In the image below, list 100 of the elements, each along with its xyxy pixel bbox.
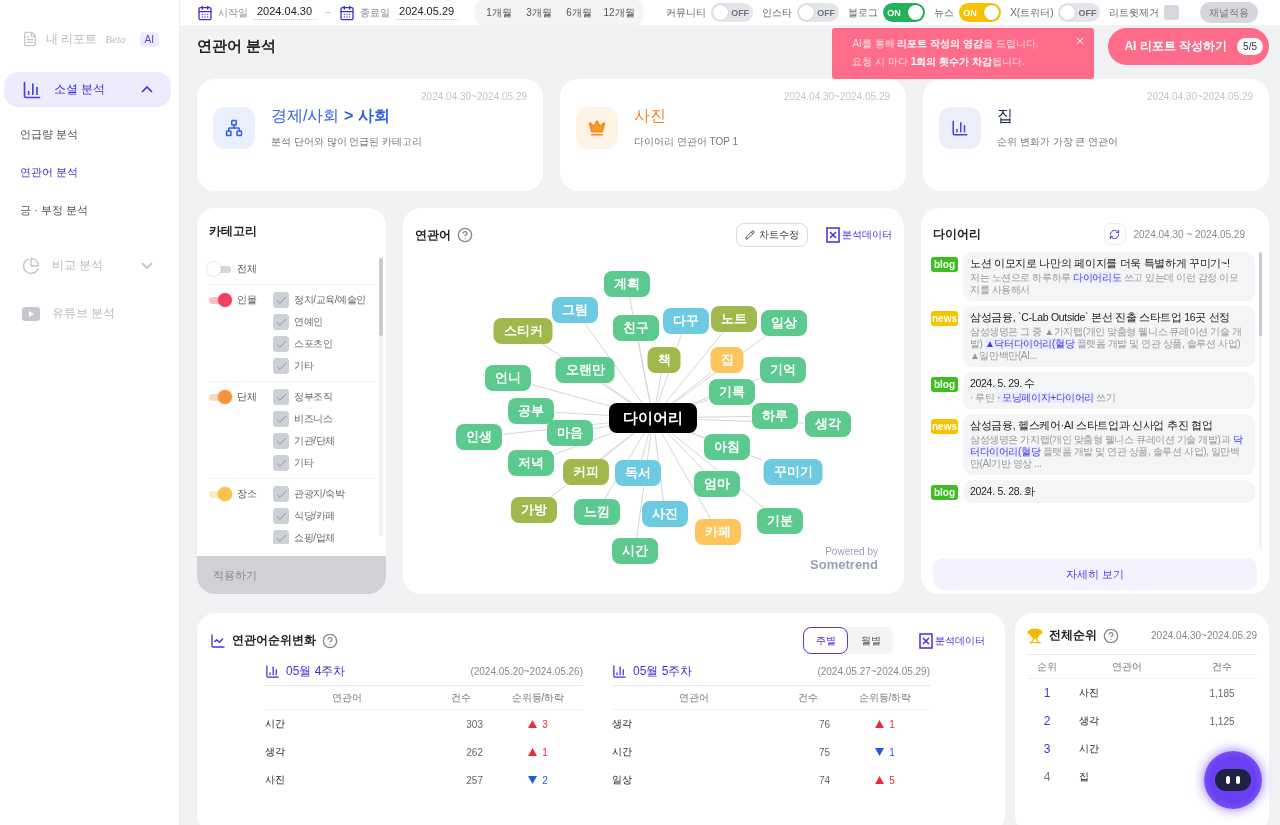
scrollbar[interactable] <box>1259 252 1262 548</box>
checkbox[interactable] <box>273 508 289 524</box>
keyword-node[interactable]: 생각 <box>805 411 851 437</box>
center-keyword-node[interactable]: 다이어리 <box>609 403 697 433</box>
apply-button[interactable]: 적용하기 <box>197 556 386 594</box>
rank-number: 2 <box>1042 714 1052 728</box>
data-download-link[interactable]: 분석데이터 <box>826 227 892 243</box>
rank-change-value: 3 <box>542 718 548 730</box>
checkbox[interactable] <box>273 530 289 544</box>
checkbox[interactable] <box>273 292 289 308</box>
week-title: 05월 4주차 <box>286 663 347 680</box>
checkbox[interactable] <box>273 455 289 471</box>
chart-folder-icon <box>265 664 280 679</box>
checkbox-label: 관광지/숙박 <box>294 487 345 501</box>
keyword-node[interactable]: 언니 <box>485 365 531 391</box>
keyword-node[interactable]: 다꾸 <box>663 308 709 334</box>
post-card[interactable]: 삼성금융, 헬스케어·AI 스타트업과 신사업 추진 협업 삼성생명은 가지랩(개인 맞춤형 웰니스 큐레이션 기술 개발)과 닥터다이어리(혈당 플랫폼 개발 및 연관 상품, 솔루션 사업), 일만백만(AI기반 영상 ... <box>963 414 1255 475</box>
period-button[interactable]: 3개월 <box>519 2 560 23</box>
excel-icon <box>826 227 840 243</box>
scrollbar[interactable] <box>379 258 383 536</box>
channel-switch[interactable]: OFF <box>711 3 754 22</box>
report-icon <box>22 31 38 47</box>
refresh-icon <box>1109 228 1120 240</box>
keyword-node[interactable]: 저녁 <box>508 450 554 476</box>
nav-subitem[interactable]: 연관어 분석 <box>4 153 171 191</box>
category-switch[interactable] <box>209 296 231 304</box>
view-tab[interactable]: 주별 <box>803 627 848 654</box>
keyword-node[interactable]: 친구 <box>613 315 659 341</box>
keyword-node[interactable]: 느낌 <box>574 499 620 525</box>
end-date-field[interactable]: 2024.05.29 <box>395 5 459 20</box>
checkbox[interactable] <box>273 358 289 374</box>
rank-change-value: 1 <box>889 746 895 758</box>
nav-item[interactable]: 소셜 분석 <box>4 72 171 107</box>
more-button[interactable]: 자세히 보기 <box>933 558 1257 590</box>
checkbox-label: 기관/단체 <box>294 434 335 448</box>
data-download-link[interactable]: 분석데이터 <box>919 632 985 649</box>
keyword-node[interactable]: 집 <box>710 347 744 373</box>
keyword-node[interactable]: 사진 <box>642 501 688 527</box>
tip-text: 요청 시 마다 1회의 횟수가 차감됩니다. <box>852 55 1026 69</box>
up-triangle-icon <box>875 720 885 728</box>
channel-switch[interactable]: OFF <box>1058 3 1101 22</box>
post-card[interactable]: 노션 이모지로 나만의 페이지를 더욱 특별하게 꾸미기~! 저는 노션으로 하루하루 다이어리도 쓰고 있는데 이런 감정 이모지를 사용해서 <box>963 252 1255 301</box>
nav-subitem[interactable]: 긍 · 부정 분석 <box>4 191 171 229</box>
checkbox[interactable] <box>273 336 289 352</box>
keyword-node[interactable]: 인생 <box>456 424 502 450</box>
keyword-node[interactable]: 카페 <box>695 519 741 545</box>
period-button[interactable]: 1개월 <box>479 2 520 23</box>
keyword-node[interactable]: 기억 <box>760 357 806 383</box>
keyword-node[interactable]: 마음 <box>547 420 593 446</box>
keyword-node[interactable]: 계획 <box>604 271 650 297</box>
post-card[interactable]: 2024. 5. 29. 수 · 루틴 · 모닝페이지+다이어리 쓰기 <box>963 372 1255 409</box>
help-icon[interactable] <box>1103 627 1119 644</box>
rank-number: 3 <box>1042 742 1052 756</box>
category-switch[interactable] <box>209 393 231 401</box>
keyword-node[interactable]: 엄마 <box>694 471 740 497</box>
refresh-button[interactable] <box>1103 223 1126 245</box>
help-icon[interactable] <box>457 227 473 243</box>
start-date-label: 시작일 <box>218 5 248 20</box>
period-button[interactable]: 12개월 <box>599 2 640 23</box>
keyword-node[interactable]: 아침 <box>704 434 750 460</box>
keyword-node[interactable]: 기록 <box>709 379 755 405</box>
edit-chart-button[interactable]: 차트수정 <box>736 223 808 247</box>
table-cell-text: 시간 <box>612 745 633 759</box>
keyword-node[interactable]: 노트 <box>711 306 757 332</box>
keyword-node[interactable]: 기분 <box>757 508 803 534</box>
keyword-node[interactable]: 커피 <box>563 459 609 485</box>
keyword-node[interactable]: 오랜만 <box>555 357 615 383</box>
category-switch[interactable] <box>209 490 231 498</box>
channel-switch[interactable]: OFF <box>797 3 840 22</box>
keyword-node[interactable]: 공부 <box>508 398 554 424</box>
summary-title: 사진 <box>634 106 667 126</box>
post-card[interactable]: 2024. 5. 28. 화 <box>963 480 1255 503</box>
checkbox[interactable] <box>273 486 289 502</box>
channel-switch[interactable]: ON <box>883 3 926 22</box>
keyword-node[interactable]: 가방 <box>511 497 557 523</box>
checkbox[interactable] <box>273 389 289 405</box>
column-header: 순위등/하락 <box>510 690 566 705</box>
checkbox[interactable] <box>273 411 289 427</box>
keyword-node[interactable]: 책 <box>647 347 681 373</box>
start-date-field[interactable]: 2024.04.30 <box>253 5 317 20</box>
ai-report-button[interactable]: AI 리포트 작성하기 5/5 <box>1108 28 1269 65</box>
period-button[interactable]: 6개월 <box>559 2 600 23</box>
keyword-node[interactable]: 그림 <box>552 297 598 323</box>
keyword-node[interactable]: 스티커 <box>493 318 553 344</box>
category-switch[interactable] <box>209 265 231 273</box>
view-tab[interactable]: 월별 <box>848 627 893 654</box>
nav-subitem[interactable]: 언급량 분석 <box>4 115 171 153</box>
checkbox[interactable] <box>273 314 289 330</box>
keyword-node[interactable]: 독서 <box>615 460 661 486</box>
post-card[interactable]: 삼성금융, `C-Lab Outside` 본선 진출 스타트업 16곳 선정 삼성생명은 그 중 ▲가지랩(개인 맞춤형 웰니스 큐레이션 기술 개발) ▲닥터다이어리(혈당 플랫폼 개발 및 연관 상품, 솔루션 사업) ▲일만백만(AI... <box>963 306 1255 367</box>
table-cell-text: 75 <box>817 746 831 758</box>
checkbox[interactable] <box>273 433 289 449</box>
channel-switch[interactable]: ON <box>959 3 1002 22</box>
keyword-node[interactable]: 꾸미기 <box>763 459 823 485</box>
retweet-checkbox[interactable] <box>1164 5 1180 20</box>
summary-title: 집 <box>997 106 1014 126</box>
keyword-node[interactable]: 일상 <box>761 310 807 336</box>
help-icon[interactable] <box>322 632 338 649</box>
keyword-node[interactable]: 시간 <box>612 538 658 564</box>
keyword-node[interactable]: 하루 <box>752 403 798 429</box>
